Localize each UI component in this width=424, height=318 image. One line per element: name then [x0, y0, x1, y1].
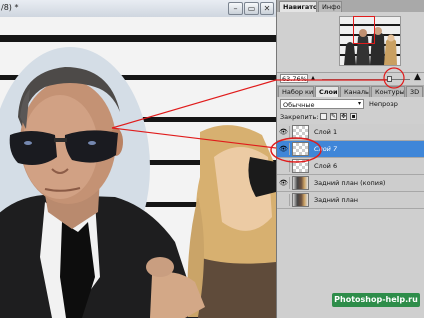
close-button[interactable]: ✕	[260, 2, 274, 15]
eye-hidden-icon[interactable]	[278, 160, 290, 172]
layer-name: Слой 6	[314, 162, 338, 170]
eye-icon[interactable]: 👁	[278, 143, 290, 155]
layer-thumbnail	[292, 125, 309, 139]
blend-mode-select[interactable]: Обычные	[280, 99, 364, 109]
layer-name: Слой 1	[314, 128, 338, 136]
zoom-out-icon[interactable]: ▴	[311, 73, 315, 82]
zoom-row: 63.76% ▴ ▲	[277, 72, 424, 85]
tab-channels[interactable]: Каналы	[340, 86, 370, 97]
zoom-slider-knob[interactable]	[387, 76, 392, 82]
tab-brush-presets[interactable]: Набор кист	[278, 86, 314, 97]
layers-panel: Обычные ▾ Непрозр Закрепить: ✎ ✥ ▪ 👁 Сло…	[277, 97, 424, 318]
eye-icon[interactable]: 👁	[278, 126, 290, 138]
lock-all-icon[interactable]: ▪	[350, 113, 357, 120]
lock-label: Закрепить:	[280, 113, 319, 121]
document-title: /8) *	[1, 3, 19, 12]
image-canvas[interactable]	[0, 17, 276, 318]
minimize-button[interactable]: –	[228, 2, 243, 15]
navigator-view-box[interactable]	[353, 16, 375, 44]
opacity-label: Непрозр	[369, 100, 398, 108]
maximize-button[interactable]: ▭	[244, 2, 259, 15]
layer-row-background-copy[interactable]: 👁 Задний план (копия)	[277, 175, 424, 192]
lock-move-icon[interactable]: ✥	[340, 113, 347, 120]
tab-navigator[interactable]: Навигатор	[279, 1, 317, 12]
photo-artwork	[0, 17, 276, 318]
layer-thumbnail	[292, 193, 309, 207]
chevron-down-icon[interactable]: ▾	[358, 99, 361, 109]
tab-3d[interactable]: 3D	[406, 86, 423, 97]
navigator-preview-area	[277, 12, 424, 72]
layer-thumbnail	[292, 142, 309, 156]
layer-thumbnail	[292, 176, 309, 190]
layer-row-1[interactable]: 👁 Слой 1	[277, 124, 424, 141]
eye-hidden-icon[interactable]	[278, 194, 290, 206]
tab-paths[interactable]: Контуры	[371, 86, 405, 97]
layer-row-background[interactable]: Задний план	[277, 192, 424, 209]
layer-row-7-selected[interactable]: 👁 Слой 7	[277, 141, 424, 158]
document-window: /8) * – ▭ ✕	[0, 0, 276, 318]
layer-row-6[interactable]: Слой 6	[277, 158, 424, 175]
watermark: Photoshop-help.ru	[332, 293, 420, 307]
zoom-field[interactable]: 63.76%	[280, 74, 308, 83]
lock-row: Закрепить: ✎ ✥ ▪	[280, 112, 424, 122]
layer-name: Задний план (копия)	[314, 179, 386, 187]
layer-name: Слой 7	[314, 145, 338, 153]
tab-info[interactable]: Инфо	[318, 1, 342, 12]
layer-thumbnail	[292, 159, 309, 173]
panels-dock: Навигатор Инфо 63.76% ▴	[276, 0, 424, 318]
document-title-bar[interactable]: /8) * – ▭ ✕	[0, 0, 276, 18]
layer-list: 👁 Слой 1 👁 Слой 7 Слой 6 👁 Задний план (…	[277, 124, 424, 209]
lock-paint-icon[interactable]: ✎	[330, 113, 337, 120]
zoom-in-icon[interactable]: ▲	[414, 72, 421, 82]
eye-icon[interactable]: 👁	[278, 177, 290, 189]
layer-name: Задний план	[314, 196, 359, 204]
lock-transparency-icon[interactable]	[320, 113, 327, 120]
tab-layers[interactable]: Слои	[315, 86, 339, 97]
zoom-slider[interactable]	[322, 76, 410, 82]
